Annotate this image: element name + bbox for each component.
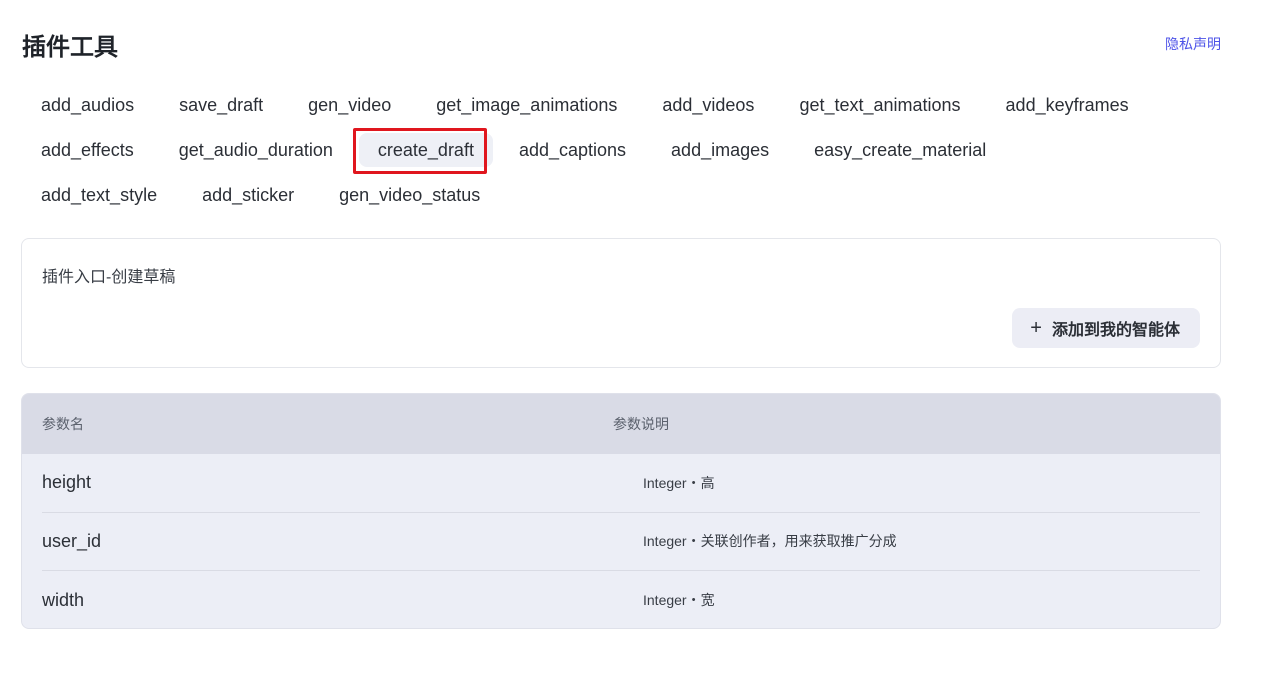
tool-gen-video[interactable]: gen_video bbox=[289, 88, 410, 122]
table-row: user_id Integer・关联创作者，用来获取推广分成 bbox=[42, 513, 1200, 571]
table-row: height Integer・高 bbox=[42, 454, 1200, 513]
param-name-header: 参数名 bbox=[42, 416, 84, 432]
plugin-entry-card: 插件入口-创建草稿 + 添加到我的智能体 bbox=[21, 238, 1221, 368]
tool-add-keyframes[interactable]: add_keyframes bbox=[987, 88, 1148, 122]
param-name: width bbox=[42, 589, 85, 610]
page-title: 插件工具 bbox=[22, 33, 118, 61]
page-header: 插件工具 隐私声明 bbox=[22, 24, 1221, 64]
tool-add-sticker[interactable]: add_sticker bbox=[183, 178, 313, 212]
tool-add-captions[interactable]: add_captions bbox=[500, 133, 645, 167]
add-to-agent-button[interactable]: + 添加到我的智能体 bbox=[1012, 308, 1200, 348]
tool-row: add_effects get_audio_duration create_dr… bbox=[22, 127, 1221, 174]
tool-row: add_audios save_draft gen_video get_imag… bbox=[22, 82, 1221, 127]
tool-add-videos[interactable]: add_videos bbox=[643, 88, 773, 122]
param-description-header: 参数说明 bbox=[613, 416, 669, 432]
parameter-table: 参数名 参数说明 height Integer・高 user_id Intege… bbox=[21, 393, 1221, 629]
param-description: Integer・高 bbox=[643, 474, 715, 491]
tool-get-text-animations[interactable]: get_text_animations bbox=[780, 88, 979, 122]
tool-list: add_audios save_draft gen_video get_imag… bbox=[22, 82, 1221, 217]
tool-get-image-animations[interactable]: get_image_animations bbox=[417, 88, 636, 122]
tool-add-images[interactable]: add_images bbox=[652, 133, 788, 167]
add-to-agent-label: 添加到我的智能体 bbox=[1051, 322, 1180, 339]
table-row: width Integer・宽 bbox=[42, 571, 1200, 628]
tool-get-audio-duration[interactable]: get_audio_duration bbox=[160, 133, 352, 167]
param-name: user_id bbox=[42, 530, 102, 551]
plugin-entry-title: 插件入口-创建草稿 bbox=[42, 269, 176, 286]
param-name: height bbox=[42, 472, 92, 493]
plus-icon: + bbox=[1030, 317, 1042, 339]
tool-row: add_text_style add_sticker gen_video_sta… bbox=[22, 172, 1221, 217]
tool-create-draft[interactable]: create_draft bbox=[352, 127, 493, 174]
tool-gen-video-status[interactable]: gen_video_status bbox=[320, 178, 499, 212]
tool-add-audios[interactable]: add_audios bbox=[22, 88, 153, 122]
param-description: Integer・宽 bbox=[643, 592, 715, 609]
table-header: 参数名 参数说明 bbox=[22, 394, 1220, 454]
plugin-tools-page: 插件工具 隐私声明 add_audios save_draft gen_vide… bbox=[0, 0, 1280, 684]
tool-add-effects[interactable]: add_effects bbox=[22, 133, 153, 167]
tool-add-text-style[interactable]: add_text_style bbox=[22, 178, 176, 212]
tool-easy-create-material[interactable]: easy_create_material bbox=[795, 133, 1005, 167]
param-description: Integer・关联创作者，用来获取推广分成 bbox=[643, 533, 897, 550]
privacy-statement-link[interactable]: 隐私声明 bbox=[1165, 34, 1221, 54]
tool-save-draft[interactable]: save_draft bbox=[160, 88, 282, 122]
